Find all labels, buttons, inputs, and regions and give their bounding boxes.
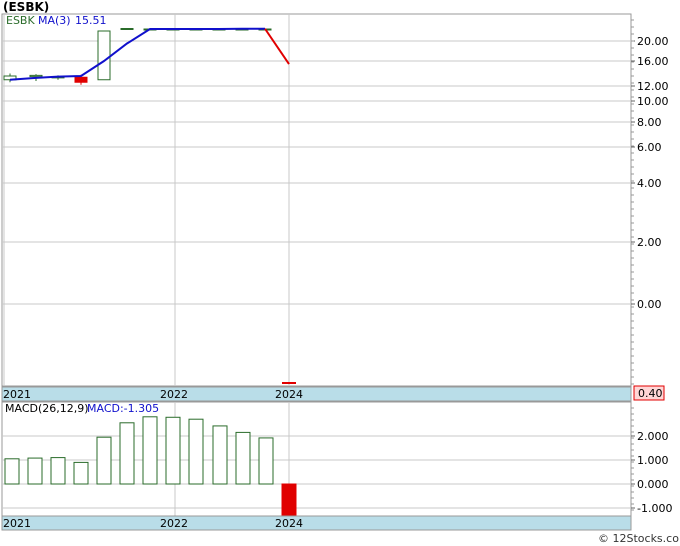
price-y-axis: 20.00 16.00 12.00 10.00 8.00 6.00 4.00 2.00 0.00 xyxy=(631,19,669,385)
macd-bar xyxy=(73,461,89,485)
price-x-tick-label: 2021 xyxy=(3,388,31,401)
macd-bar xyxy=(4,458,20,485)
macd-bar xyxy=(165,416,181,485)
macd-bar xyxy=(258,437,274,485)
macd-x-axis-band xyxy=(1,515,632,531)
macd-x-tick-label: 2021 xyxy=(3,517,31,530)
candle xyxy=(97,30,111,81)
price-y-tick-label: 6.00 xyxy=(637,141,662,154)
price-panel xyxy=(1,13,632,387)
macd-y-tick-label: 1.000 xyxy=(637,454,669,467)
candle xyxy=(120,28,134,30)
macd-bar xyxy=(27,457,43,485)
candle xyxy=(29,74,43,78)
macd-legend-label: MACD(26,12,9) xyxy=(5,402,89,415)
macd-bar xyxy=(281,483,297,516)
price-y-tick-label: 4.00 xyxy=(637,177,662,190)
price-y-tick-label: 12.00 xyxy=(637,80,669,93)
macd-x-tick-label: 2022 xyxy=(160,517,188,530)
macd-bar xyxy=(235,431,251,485)
macd-legend-value: MACD:-1.305 xyxy=(87,402,159,415)
price-y-tick-label: 2.00 xyxy=(637,236,662,249)
candle xyxy=(74,76,88,83)
price-y-tick-label: 20.00 xyxy=(637,35,669,48)
price-y-tick-label: 10.00 xyxy=(637,95,669,108)
macd-bar xyxy=(188,418,204,485)
price-x-axis-band xyxy=(1,386,632,402)
macd-panel xyxy=(1,401,632,517)
ticker-title: (ESBK) xyxy=(3,0,49,14)
footer-credit: © 12Stocks.com xyxy=(598,532,680,545)
price-x-tick-label: 2022 xyxy=(160,388,188,401)
legend-ma-value: 15.51 xyxy=(75,14,107,27)
macd-x-tick-label: 2024 xyxy=(275,517,303,530)
legend-symbol: ESBK xyxy=(6,14,35,27)
macd-bar xyxy=(96,436,112,485)
macd-bar xyxy=(119,422,135,485)
macd-bar xyxy=(50,457,66,485)
price-y-tick-label: 0.00 xyxy=(637,298,662,311)
legend-ma-label: MA(3) xyxy=(38,14,71,27)
price-x-tick-label: 2024 xyxy=(275,388,303,401)
macd-bar xyxy=(142,416,158,485)
price-y-tick-label: 8.00 xyxy=(637,116,662,129)
last-price-tag-text: 0.40 xyxy=(638,387,663,400)
macd-y-tick-label: 2.000 xyxy=(637,430,669,443)
macd-y-tick-label: -1.000 xyxy=(637,502,672,515)
candle xyxy=(282,382,296,384)
macd-bar xyxy=(212,425,228,485)
price-y-tick-label: 16.00 xyxy=(637,55,669,68)
macd-y-tick-label: 0.000 xyxy=(637,478,669,491)
macd-y-axis: 2.000 1.000 0.000 -1.000 xyxy=(631,407,672,515)
stock-chart: (ESBK) ESBK MA(3) 15.51 20.00 16.00 12.00 1… xyxy=(1,0,680,545)
